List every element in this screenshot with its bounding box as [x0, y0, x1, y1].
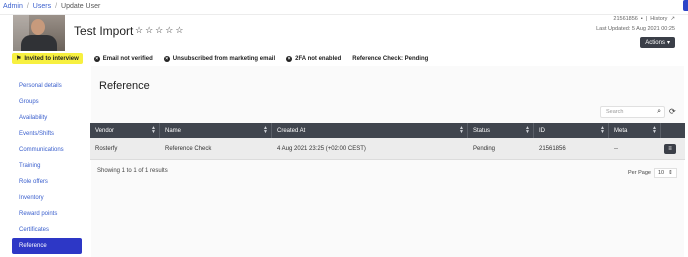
sidebar-item-reference[interactable]: Reference — [12, 238, 82, 254]
row-action-button[interactable]: ≡ — [664, 143, 676, 154]
cell-vendor: Rosterfy — [95, 145, 118, 152]
sidebar: Personal details Groups Availability Eve… — [12, 78, 82, 254]
search-placeholder: Search — [606, 109, 624, 115]
column-label: Vendor — [95, 127, 115, 134]
actions-label: Actions — [645, 39, 665, 46]
table-header: Vendor ▲ ▼ Name ▲ ▼ Created At ▲ ▼ Status ▲… — [90, 123, 685, 138]
x-circle-icon: × — [163, 55, 170, 62]
copy-icon[interactable]: ▪ — [641, 14, 643, 24]
breadcrumb-separator: / — [55, 3, 58, 10]
user-meta: 21561856 ▪ | History ↗ Last Updated: 5 A… — [596, 14, 675, 34]
status-badge-email: × Email not verified — [93, 53, 153, 64]
table-row[interactable]: Rosterfy Reference Check 4 Aug 2021 23:2… — [90, 138, 685, 160]
user-id: 21561856 — [613, 16, 638, 22]
column-header-id[interactable]: ID ▲ ▼ — [534, 123, 609, 138]
last-updated: Last Updated: 5 Aug 2021 00:25 — [596, 26, 675, 32]
breadcrumb-current: Update User — [61, 3, 101, 10]
column-header-meta[interactable]: Meta ▲ ▼ — [609, 123, 661, 138]
cell-status: Pending — [473, 145, 496, 152]
main-panel — [91, 66, 684, 257]
star-icon[interactable]: ☆ — [175, 26, 183, 35]
sort-icon: ▲ ▼ — [525, 125, 530, 135]
column-header-created-at[interactable]: Created At ▲ ▼ — [272, 123, 468, 138]
star-icon[interactable]: ☆ — [165, 26, 173, 35]
column-label: Created At — [277, 127, 306, 134]
breadcrumb-admin[interactable]: Admin — [3, 3, 23, 10]
column-label: Status — [473, 127, 491, 134]
flag-icon: ⚑ — [16, 56, 22, 62]
column-header-actions — [661, 123, 685, 138]
star-icon[interactable]: ☆ — [135, 26, 143, 35]
list-icon: ≡ — [668, 145, 672, 152]
breadcrumb: Admin / Users / Update User — [0, 0, 100, 13]
sort-icon: ▲ ▼ — [459, 125, 464, 135]
sidebar-item-personal-details[interactable]: Personal details — [12, 78, 82, 94]
sidebar-item-availability[interactable]: Availability — [12, 110, 82, 126]
results-summary: Showing 1 to 1 of 1 results — [97, 168, 168, 174]
reference-table: Vendor ▲ ▼ Name ▲ ▼ Created At ▲ ▼ Status ▲… — [90, 123, 685, 160]
column-label: ID — [539, 127, 545, 134]
refresh-icon[interactable]: ⟳ — [669, 107, 676, 116]
per-page-label: Per Page — [628, 170, 651, 176]
history-link[interactable]: History — [650, 14, 667, 24]
updown-icon: ⇕ — [668, 170, 673, 176]
sidebar-item-reward-points[interactable]: Reward points — [12, 206, 82, 222]
per-page-control: Per Page 10 ⇕ — [628, 168, 677, 178]
status-badges: ⚑ Invited to interview × Email not verif… — [12, 53, 428, 64]
avatar — [13, 15, 65, 51]
badge-label: Reference Check: Pending — [352, 55, 429, 62]
cell-actions: ≡ — [661, 138, 685, 159]
column-header-name[interactable]: Name ▲ ▼ — [160, 123, 272, 138]
badge-label: 2FA not enabled — [295, 55, 342, 62]
star-icon[interactable]: ☆ — [155, 26, 163, 35]
per-page-value: 10 — [657, 170, 665, 176]
separator: | — [645, 16, 648, 22]
search-input[interactable]: Search ⌕ — [600, 106, 665, 118]
search-icon[interactable]: ⌕ — [657, 108, 661, 116]
external-link-icon[interactable]: ↗ — [670, 14, 675, 24]
badge-label: Unsubscribed from marketing email — [172, 55, 276, 62]
corner-tab[interactable] — [683, 0, 688, 11]
sidebar-item-communications[interactable]: Communications — [12, 142, 82, 158]
sort-icon: ▲ ▼ — [151, 125, 156, 135]
badge-label: Email not verified — [102, 55, 153, 62]
badge-label: Invited to interview — [24, 55, 79, 62]
status-badge-marketing: × Unsubscribed from marketing email — [163, 53, 276, 64]
sidebar-item-certificates[interactable]: Certificates — [12, 222, 82, 238]
actions-button[interactable]: Actions ▾ — [640, 37, 675, 48]
sidebar-item-role-offers[interactable]: Role offers — [12, 174, 82, 190]
column-label: Meta — [614, 127, 628, 134]
x-circle-icon: × — [93, 55, 100, 62]
status-badge-invited: ⚑ Invited to interview — [12, 53, 83, 64]
status-badge-reference: Reference Check: Pending — [352, 53, 428, 64]
per-page-select[interactable]: 10 ⇕ — [653, 168, 677, 178]
divider — [0, 14, 688, 15]
column-header-vendor[interactable]: Vendor ▲ ▼ — [90, 123, 160, 138]
caret-down-icon: ▾ — [666, 40, 670, 46]
cell-id: 21561856 — [539, 145, 566, 152]
sort-icon: ▲ ▼ — [600, 125, 605, 135]
cell-meta: -- — [614, 145, 618, 152]
breadcrumb-separator: / — [26, 3, 29, 10]
star-icon[interactable]: ☆ — [145, 26, 153, 35]
column-header-status[interactable]: Status ▲ ▼ — [468, 123, 534, 138]
user-name: Test Import — [74, 24, 134, 38]
page-title: Reference — [99, 80, 150, 92]
rating-stars[interactable]: ☆ ☆ ☆ ☆ ☆ — [135, 26, 183, 35]
status-badge-2fa: × 2FA not enabled — [286, 53, 341, 64]
column-label: Name — [165, 127, 182, 134]
x-circle-icon: × — [286, 55, 293, 62]
breadcrumb-users[interactable]: Users — [33, 3, 51, 10]
sidebar-item-training[interactable]: Training — [12, 158, 82, 174]
sort-icon: ▲ ▼ — [263, 125, 268, 135]
sidebar-item-events-shifts[interactable]: Events/Shifts — [12, 126, 82, 142]
sort-icon: ▲ ▼ — [652, 125, 657, 135]
cell-created-at: 4 Aug 2021 23:25 (+02:00 CEST) — [277, 145, 366, 152]
sidebar-item-inventory[interactable]: Inventory — [12, 190, 82, 206]
sidebar-item-groups[interactable]: Groups — [12, 94, 82, 110]
cell-name: Reference Check — [165, 145, 212, 152]
